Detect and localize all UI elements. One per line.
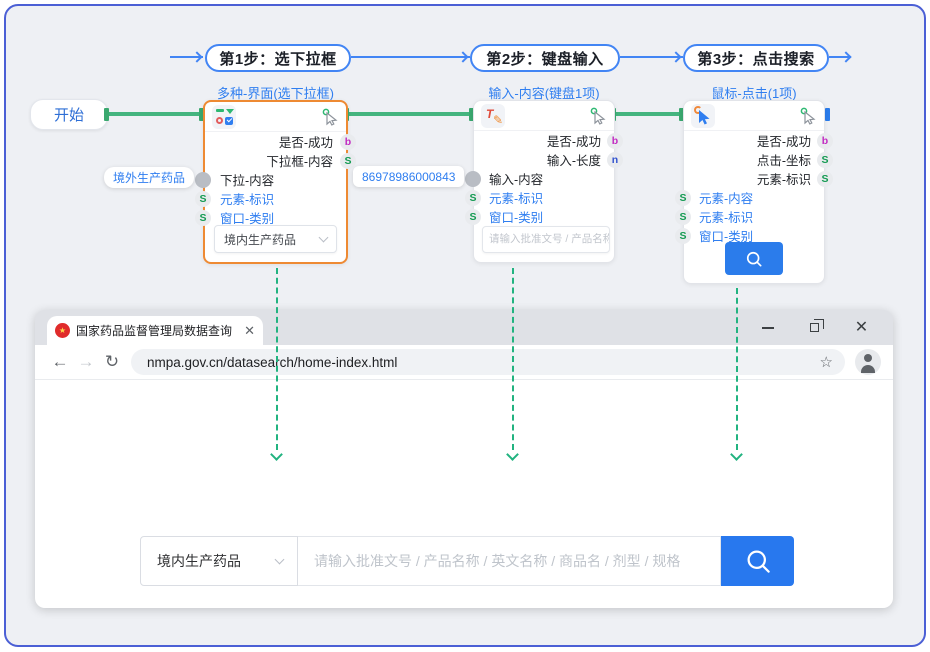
- node-mouse-click[interactable]: 是否-成功b 点击-坐标S 元素-标识S S元素-内容 S元素-标识 S窗口-类…: [683, 100, 825, 284]
- target-link-line: [736, 288, 738, 450]
- target-link-line: [512, 268, 514, 450]
- node-header: [684, 101, 824, 131]
- restore-icon: [810, 323, 819, 332]
- tab-close-icon[interactable]: ✕: [244, 323, 255, 339]
- node-header: [205, 102, 346, 132]
- type-string-badge: S: [465, 209, 481, 225]
- start-node[interactable]: 开始: [30, 99, 108, 130]
- output-row: 输入-长度n: [474, 150, 614, 169]
- node-connection: [107, 112, 203, 116]
- input-port-dot: [195, 172, 211, 188]
- attached-value-pill[interactable]: 境外生产药品: [104, 167, 194, 188]
- node-keyboard-input[interactable]: T✎ 是否-成功b 输入-长度n 输入-内容 S元素-标识 S窗口-类别 请输入…: [473, 100, 615, 263]
- search-button[interactable]: [721, 536, 794, 586]
- type-string-badge: S: [465, 190, 481, 206]
- input-row: 下拉-内容: [205, 170, 346, 189]
- browser-toolbar: ← → ↻ nmpa.gov.cn/datasearch/home-index.…: [35, 345, 893, 380]
- connector-port-out: [825, 108, 830, 121]
- step-label: 第3步：点击搜索: [697, 48, 814, 69]
- step-pill-3[interactable]: 第3步：点击搜索: [683, 44, 829, 72]
- category-value: 境内生产药品: [157, 551, 241, 571]
- page-content: 境内生产药品: [35, 380, 893, 608]
- back-button[interactable]: ←: [47, 352, 73, 372]
- connector-port: [104, 108, 109, 121]
- output-row: 是否-成功b: [684, 131, 824, 150]
- browser-tab[interactable]: ★ 国家药品监督管理局数据查询 ✕: [47, 316, 263, 345]
- element-picker-icon: [589, 107, 607, 125]
- type-bool-badge: b: [340, 134, 356, 150]
- target-link-line: [276, 268, 278, 450]
- step-pill-1[interactable]: 第1步：选下拉框: [205, 44, 351, 72]
- minimize-icon: [762, 327, 774, 329]
- node-preview-dropdown[interactable]: 境内生产药品: [214, 225, 337, 253]
- search-input[interactable]: [298, 536, 721, 586]
- input-row: S元素-标识: [684, 207, 824, 226]
- node-connection: [615, 112, 683, 116]
- output-row: 元素-标识S: [684, 169, 824, 188]
- magnifier-icon: [744, 249, 764, 269]
- input-port-dot: [465, 171, 481, 187]
- start-label: 开始: [54, 104, 84, 125]
- browser-window: ★ 国家药品监督管理局数据查询 ✕ ✕ ← → ↻ nmpa.gov.cn/da…: [35, 310, 893, 608]
- type-string-badge: S: [340, 153, 356, 169]
- element-picker-icon: [799, 107, 817, 125]
- step-label: 第1步：选下拉框: [219, 48, 336, 69]
- output-row: 是否-成功b: [474, 131, 614, 150]
- minimize-button[interactable]: [744, 310, 791, 345]
- output-row: 点击-坐标S: [684, 150, 824, 169]
- search-form: 境内生产药品: [140, 536, 794, 586]
- step-pill-2[interactable]: 第2步：键盘输入: [470, 44, 620, 72]
- type-string-badge: S: [195, 210, 211, 226]
- input-row: S窗口-类别: [474, 207, 614, 226]
- node-preview-input[interactable]: 请输入批准文号 / 产品名称 / 英文名称 / 商品名 / 剂型 / 规格: [482, 226, 610, 253]
- text-input-icon: T✎: [481, 104, 505, 128]
- bookmark-star-icon[interactable]: ☆: [820, 353, 833, 371]
- mouse-click-icon: [691, 104, 715, 128]
- output-row: 下拉框-内容S: [205, 151, 346, 170]
- window-controls: ✕: [744, 310, 885, 345]
- type-string-badge: S: [675, 228, 691, 244]
- type-string-badge: S: [817, 152, 833, 168]
- type-string-badge: S: [817, 171, 833, 187]
- input-row: S元素-标识: [205, 189, 346, 208]
- nmpa-favicon: ★: [55, 323, 70, 338]
- input-row: S元素-标识: [474, 188, 614, 207]
- tab-title: 国家药品监督管理局数据查询: [76, 322, 238, 339]
- restore-button[interactable]: [791, 310, 838, 345]
- input-row: 输入-内容: [474, 169, 614, 188]
- multi-ui-element-icon: [212, 105, 236, 129]
- reload-button[interactable]: ↻: [99, 352, 125, 372]
- node-connection: [348, 112, 473, 116]
- node-preview-search-button[interactable]: [725, 242, 783, 275]
- attached-value-pill[interactable]: 86978986000843: [353, 166, 464, 187]
- element-picker-icon: [321, 108, 339, 126]
- type-string-badge: S: [675, 209, 691, 225]
- input-row: S元素-内容: [684, 188, 824, 207]
- node-select-dropdown[interactable]: 是否-成功b 下拉框-内容S 下拉-内容 S元素-标识 S窗口-类别 境内生产药…: [203, 100, 348, 264]
- type-bool-badge: b: [817, 133, 833, 149]
- category-dropdown[interactable]: 境内生产药品: [140, 536, 298, 586]
- type-string-badge: S: [195, 191, 211, 207]
- forward-button[interactable]: →: [73, 352, 99, 372]
- type-number-badge: n: [607, 152, 623, 168]
- close-window-button[interactable]: ✕: [838, 310, 885, 345]
- profile-avatar[interactable]: [855, 349, 881, 375]
- url-text: nmpa.gov.cn/datasearch/home-index.html: [147, 355, 820, 370]
- chevron-down-icon: [275, 555, 285, 565]
- step-label: 第2步：键盘输入: [486, 48, 603, 69]
- type-bool-badge: b: [607, 133, 623, 149]
- tab-strip: ★ 国家药品监督管理局数据查询 ✕ ✕: [35, 310, 893, 345]
- magnifier-icon: [743, 546, 773, 576]
- type-string-badge: S: [675, 190, 691, 206]
- chevron-down-icon: [319, 233, 329, 243]
- output-row: 是否-成功b: [205, 132, 346, 151]
- flow-connector: [351, 56, 470, 58]
- node-header: T✎: [474, 101, 614, 131]
